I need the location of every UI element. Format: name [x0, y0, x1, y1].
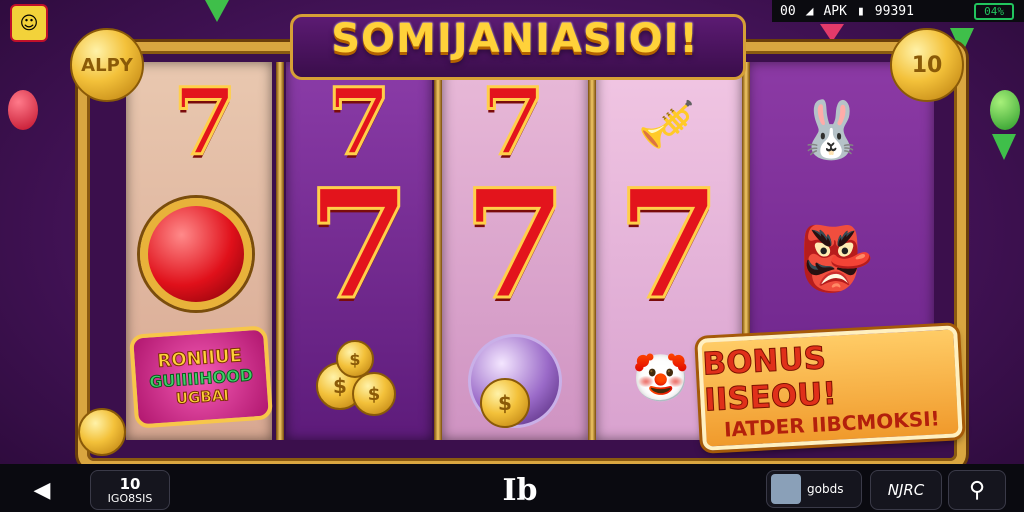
seven-symbol: 7 — [615, 157, 722, 333]
gold-coins-icon: $ — [336, 340, 374, 378]
pennant-icon — [205, 0, 229, 22]
reel-divider — [276, 62, 284, 440]
gold-coins-icon: $ — [352, 372, 396, 416]
profile-label: gobds — [807, 482, 844, 496]
jester-horn-icon: 🎺 — [638, 96, 696, 151]
nav-text-button[interactable]: NJRC — [870, 470, 942, 510]
bonus-title: BONUS IISEOU! — [701, 340, 838, 419]
seven-symbol: 7 — [461, 157, 568, 333]
status-app: APK — [823, 3, 847, 19]
center-logo[interactable]: Ib — [490, 470, 550, 510]
profile-chip[interactable]: gobds — [766, 470, 862, 508]
reel-divider — [588, 62, 596, 440]
frame-ornament-icon — [78, 408, 126, 456]
reel-divider — [434, 62, 442, 440]
game-title: SOMIJANIASIOI! — [331, 16, 699, 62]
counter-value: 10 — [119, 474, 141, 493]
counter-label: IGO8SIS — [107, 491, 153, 505]
seven-symbol: 7 — [171, 68, 238, 176]
corner-badge-left: ALPY — [70, 28, 144, 102]
goblin-jester-icon: 👺 — [797, 222, 875, 295]
avatar — [771, 474, 801, 504]
reel-bonus-line3: UGBAI — [175, 386, 230, 409]
pennant-icon — [820, 24, 844, 42]
battery-indicator: 04% — [974, 2, 1014, 20]
pennant-icon — [992, 134, 1016, 160]
bunny-jester-icon: 🐰 — [796, 98, 866, 163]
red-gem-icon — [140, 198, 252, 310]
search-button[interactable]: ⚲ — [948, 470, 1006, 510]
reel-bonus-badge: RONIIUE GUIIIIHOOD UGBAI — [128, 325, 274, 429]
status-left: 00 — [780, 3, 796, 19]
status-bar: 00 ◢ APK ▮ 99391 04% — [772, 0, 1024, 22]
file-icon: ▮ — [856, 3, 865, 19]
back-button[interactable]: ◀ — [22, 472, 62, 508]
search-icon: ⚲ — [968, 477, 986, 503]
balloon-left-icon — [8, 90, 38, 130]
seven-symbol: 7 — [305, 157, 412, 333]
status-center: 99391 — [874, 3, 914, 19]
jester-coins-icon: 🤡 — [632, 350, 690, 405]
counter-chip[interactable]: 10 IGO8SIS — [90, 470, 170, 510]
bonus-panel[interactable]: BONUS IISEOU! IATDER IIBCMOKSI! — [697, 325, 963, 451]
app-badge-icon[interactable]: ☺ — [10, 4, 48, 42]
balloon-right-icon — [990, 90, 1020, 130]
signal-icon: ◢ — [805, 3, 814, 19]
gold-coins-icon: $ — [480, 378, 530, 428]
corner-badge-right: 10 — [890, 28, 964, 102]
